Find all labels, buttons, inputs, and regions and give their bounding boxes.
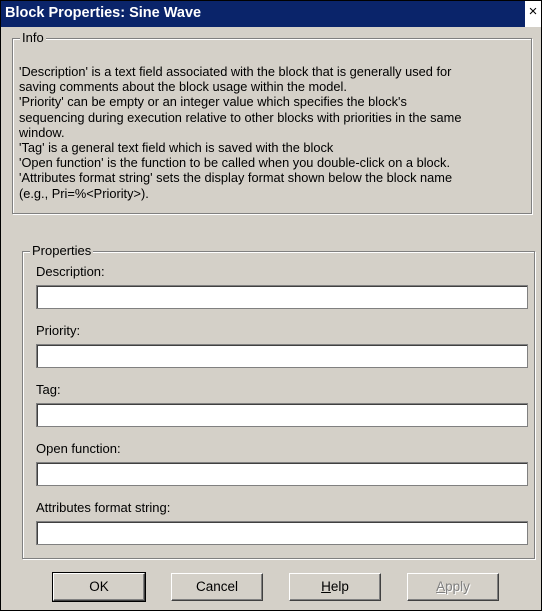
info-line: 'Priority' can be empty or an integer va… [19, 94, 407, 110]
tag-field[interactable] [36, 403, 528, 427]
attributes-format-label: Attributes format string: [36, 500, 171, 515]
description-field[interactable] [36, 285, 528, 309]
info-group: Info 'Description' is a text field assoc… [12, 30, 532, 214]
window-title: Block Properties: Sine Wave [5, 5, 202, 21]
apply-button: Apply [407, 573, 499, 601]
info-line: 'Tag' is a general text field which is s… [19, 140, 334, 156]
info-line: 'Attributes format string' sets the disp… [19, 170, 453, 186]
info-line: (e.g., Pri=%<Priority>). [19, 185, 149, 201]
help-mnemonic: H [321, 579, 331, 594]
info-line: window. [19, 124, 65, 140]
help-label-rest: elp [330, 579, 349, 594]
properties-group: Properties Description: Priority: Tag: O… [22, 243, 535, 559]
close-icon[interactable]: × [525, 1, 541, 27]
info-line: 'Open function' is the function to be ca… [19, 155, 451, 171]
help-button[interactable]: Help [289, 573, 381, 601]
properties-legend: Properties [30, 243, 94, 259]
info-legend: Info [20, 30, 46, 46]
info-text: 'Description' is a text field associated… [19, 64, 525, 201]
tag-label: Tag: [36, 382, 61, 397]
apply-mnemonic: A [436, 579, 446, 594]
info-line: sequencing during execution relative to … [19, 109, 462, 125]
description-label: Description: [36, 264, 105, 279]
open-function-label: Open function: [36, 441, 121, 456]
cancel-button[interactable]: Cancel [171, 573, 263, 601]
attributes-format-field[interactable] [36, 521, 528, 545]
block-properties-dialog: Block Properties: Sine Wave × Info 'Desc… [0, 0, 542, 611]
priority-label: Priority: [36, 323, 81, 338]
info-line: 'Description' is a text field associated… [19, 64, 452, 79]
title-bar[interactable]: Block Properties: Sine Wave × [1, 1, 541, 27]
priority-field[interactable] [36, 344, 528, 368]
info-line: saving comments about the block usage wi… [19, 79, 347, 95]
ok-button[interactable]: OK [52, 572, 146, 602]
apply-label-rest: pply [445, 579, 470, 594]
open-function-field[interactable] [36, 462, 528, 486]
